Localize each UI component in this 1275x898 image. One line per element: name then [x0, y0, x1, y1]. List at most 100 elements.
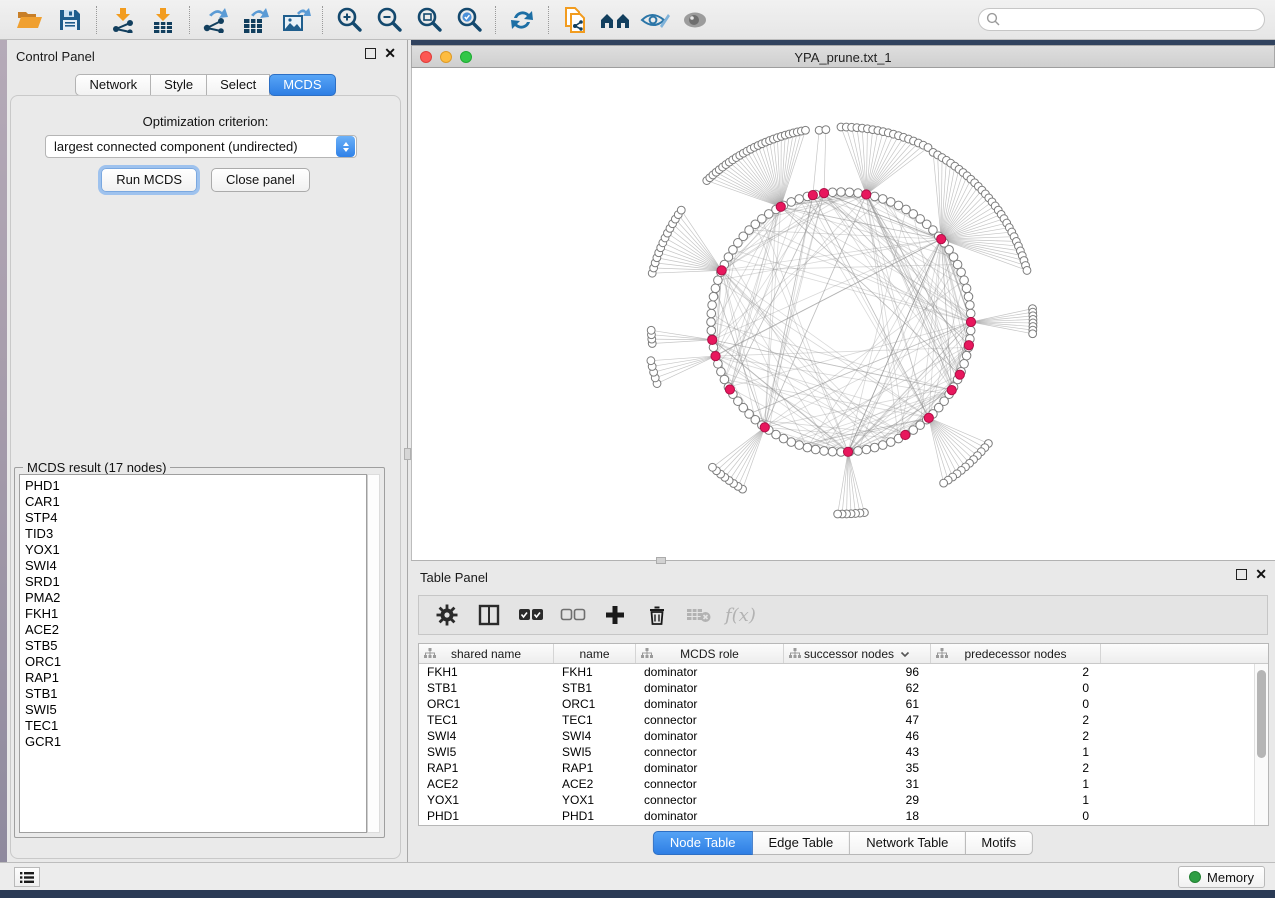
network-node[interactable]	[820, 447, 829, 456]
table-cell[interactable]: TEC1	[419, 712, 554, 728]
zoom-fit-button[interactable]	[409, 3, 449, 37]
mcds-hub-node[interactable]	[708, 335, 717, 344]
network-node[interactable]	[878, 441, 887, 450]
hide-selected-button[interactable]	[635, 3, 675, 37]
network-node[interactable]	[711, 284, 720, 293]
table-cell[interactable]: 46	[784, 728, 931, 744]
tab-node-table[interactable]: Node Table	[653, 831, 753, 855]
mcds-result-item[interactable]: STB1	[25, 686, 366, 702]
table-cell[interactable]: 1	[931, 744, 1101, 760]
mcds-hub-node[interactable]	[937, 235, 946, 244]
mcds-result-item[interactable]: PHD1	[25, 478, 366, 494]
mcds-hub-node[interactable]	[760, 423, 769, 432]
export-network-button[interactable]	[196, 3, 236, 37]
network-node[interactable]	[964, 292, 973, 301]
mcds-hub-node[interactable]	[862, 190, 871, 199]
table-cell[interactable]: connector	[636, 712, 784, 728]
network-node[interactable]	[1023, 267, 1031, 275]
mcds-result-item[interactable]: ACE2	[25, 622, 366, 638]
show-all-button[interactable]	[675, 3, 715, 37]
network-node[interactable]	[714, 276, 723, 285]
tab-motifs[interactable]: Motifs	[965, 831, 1033, 855]
table-cell[interactable]: connector	[636, 776, 784, 792]
table-cell[interactable]: 47	[784, 712, 931, 728]
column-header-MCDS-role[interactable]: MCDS role	[636, 644, 784, 663]
table-row[interactable]: PHD1PHD1dominator180	[419, 808, 1268, 824]
network-node[interactable]	[828, 447, 837, 456]
tab-edge-table[interactable]: Edge Table	[752, 831, 850, 855]
column-header-name[interactable]: name	[554, 644, 636, 663]
network-node[interactable]	[717, 367, 726, 376]
mcds-hub-node[interactable]	[808, 190, 817, 199]
network-node[interactable]	[962, 284, 971, 293]
network-node[interactable]	[822, 126, 830, 134]
table-cell[interactable]: dominator	[636, 680, 784, 696]
table-cell[interactable]: RAP1	[419, 760, 554, 776]
network-node[interactable]	[960, 359, 969, 368]
table-cell[interactable]: ACE2	[419, 776, 554, 792]
network-node[interactable]	[795, 195, 804, 204]
table-scrollbar[interactable]	[1254, 664, 1268, 825]
network-node[interactable]	[940, 479, 948, 487]
column-header-shared-name[interactable]: shared name	[419, 644, 554, 663]
tab-mcds[interactable]: MCDS	[269, 74, 335, 96]
network-node[interactable]	[966, 326, 975, 335]
table-cell[interactable]: YOX1	[419, 792, 554, 808]
table-row[interactable]: ACE2ACE2connector311	[419, 776, 1268, 792]
table-cell[interactable]: 2	[931, 760, 1101, 776]
mcds-result-item[interactable]: SRD1	[25, 574, 366, 590]
memory-button[interactable]: Memory	[1178, 866, 1265, 888]
network-canvas[interactable]	[411, 68, 1275, 560]
mcds-result-item[interactable]: SWI5	[25, 702, 366, 718]
table-cell[interactable]: 29	[784, 792, 931, 808]
mcds-result-item[interactable]: YOX1	[25, 542, 366, 558]
run-mcds-button[interactable]: Run MCDS	[101, 168, 197, 192]
network-node[interactable]	[811, 445, 820, 454]
network-node[interactable]	[803, 443, 812, 452]
close-panel-icon[interactable]: ✕	[384, 48, 396, 59]
mcds-hub-node[interactable]	[924, 413, 933, 422]
table-cell[interactable]: SWI4	[554, 728, 636, 744]
network-node[interactable]	[802, 126, 810, 134]
network-node[interactable]	[854, 447, 863, 456]
table-cell[interactable]: dominator	[636, 664, 784, 680]
table-cell[interactable]: SWI4	[419, 728, 554, 744]
network-node[interactable]	[966, 301, 975, 310]
show-column-panel-button[interactable]	[473, 599, 505, 631]
table-cell[interactable]: 62	[784, 680, 931, 696]
table-cell[interactable]: PHD1	[419, 808, 554, 824]
table-cell[interactable]: 43	[784, 744, 931, 760]
table-cell[interactable]: 18	[784, 808, 931, 824]
table-cell[interactable]: FKH1	[554, 664, 636, 680]
network-node[interactable]	[870, 192, 879, 201]
table-cell[interactable]: RAP1	[554, 760, 636, 776]
import-table-button[interactable]	[143, 3, 183, 37]
create-column-button[interactable]	[599, 599, 631, 631]
network-node[interactable]	[854, 189, 863, 198]
table-row[interactable]: SWI4SWI4dominator462	[419, 728, 1268, 744]
mcds-result-item[interactable]: SWI4	[25, 558, 366, 574]
table-row[interactable]: FKH1FKH1dominator962	[419, 664, 1268, 680]
network-node[interactable]	[966, 309, 975, 318]
mcds-hub-node[interactable]	[843, 447, 852, 456]
mcds-hub-node[interactable]	[966, 317, 975, 326]
close-panel-icon[interactable]: ✕	[1255, 569, 1267, 580]
float-panel-icon[interactable]	[1236, 569, 1247, 580]
panel-split-divider[interactable]	[404, 40, 411, 862]
network-node[interactable]	[862, 445, 871, 454]
mcds-hub-node[interactable]	[725, 385, 734, 394]
import-network-button[interactable]	[103, 3, 143, 37]
tab-network[interactable]: Network	[75, 74, 151, 96]
mcds-result-item[interactable]: STP4	[25, 510, 366, 526]
tab-network-table[interactable]: Network Table	[850, 831, 965, 855]
table-cell[interactable]: connector	[636, 792, 784, 808]
mcds-hub-node[interactable]	[711, 351, 720, 360]
network-node[interactable]	[709, 463, 717, 471]
network-node[interactable]	[1029, 330, 1037, 338]
function-builder-button[interactable]: f(x)	[725, 605, 756, 626]
table-cell[interactable]: 2	[931, 712, 1101, 728]
table-cell[interactable]: 1	[931, 792, 1101, 808]
mcds-result-item[interactable]: PMA2	[25, 590, 366, 606]
select-all-button[interactable]	[515, 599, 547, 631]
open-file-button[interactable]	[10, 3, 50, 37]
